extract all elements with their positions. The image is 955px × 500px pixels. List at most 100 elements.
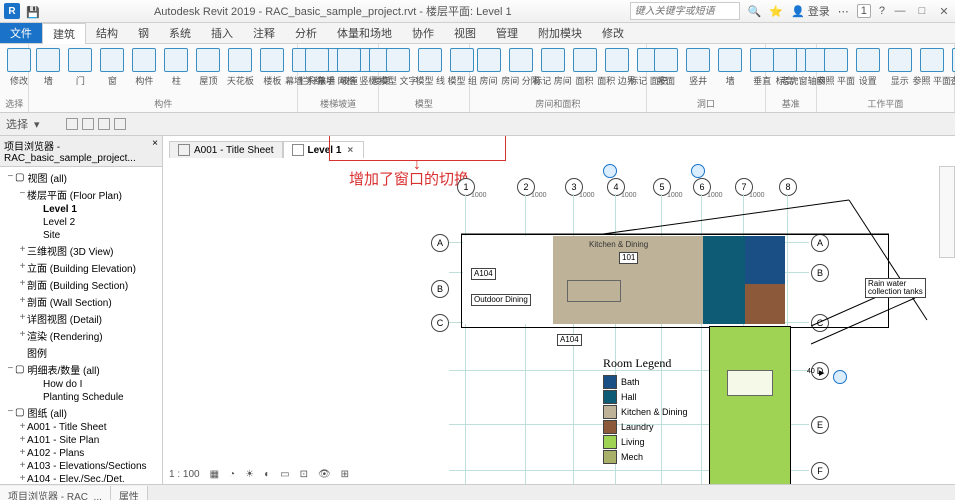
- tree-twisty-icon[interactable]: −: [18, 189, 27, 200]
- ribbon-tab-3[interactable]: 钢: [128, 23, 159, 43]
- ribbon-button[interactable]: 显示: [885, 46, 915, 96]
- ribbon-button[interactable]: 栏杆扶手: [302, 46, 332, 96]
- ribbon-tab-7[interactable]: 分析: [285, 23, 327, 43]
- ribbon-button[interactable]: 参照 平面: [821, 46, 851, 96]
- tree-item[interactable]: −▢明细表/数量 (all): [0, 361, 162, 378]
- filter-icon[interactable]: [66, 118, 78, 130]
- ribbon-button[interactable]: 屋顶: [193, 46, 223, 96]
- grid-bubble[interactable]: B: [431, 280, 449, 298]
- ribbon-button[interactable]: 面积 边界: [602, 46, 632, 96]
- hide-isolate-icon[interactable]: 👁: [316, 469, 333, 480]
- section-mark-2a[interactable]: [603, 164, 617, 178]
- ribbon-button[interactable]: 面积: [570, 46, 600, 96]
- ribbon-tab-5[interactable]: 插入: [201, 23, 243, 43]
- grid-bubble[interactable]: C: [431, 314, 449, 332]
- tree-twisty-icon[interactable]: +: [18, 330, 27, 341]
- tree-twisty-icon[interactable]: +: [18, 474, 27, 484]
- ribbon-button[interactable]: 标高: [770, 46, 800, 96]
- crop-icon[interactable]: ▭: [278, 469, 291, 480]
- help-icon[interactable]: ?: [879, 5, 885, 17]
- ribbon-tab-9[interactable]: 协作: [402, 23, 444, 43]
- ribbon-button[interactable]: 房间 分隔: [506, 46, 536, 96]
- tree-twisty-icon[interactable]: −: [6, 172, 15, 183]
- grid-bubble[interactable]: E: [811, 416, 829, 434]
- crop-region-icon[interactable]: ⊡: [298, 469, 310, 480]
- ribbon-tab-6[interactable]: 注释: [243, 23, 285, 43]
- sun-path-icon[interactable]: ☀: [243, 469, 256, 480]
- navigation-bar[interactable]: [939, 166, 955, 258]
- tree-twisty-icon[interactable]: +: [18, 422, 27, 433]
- status-tab-browser[interactable]: 项目浏览器 - RAC_...: [0, 486, 111, 500]
- ribbon-tab-11[interactable]: 管理: [486, 23, 528, 43]
- tree-item[interactable]: +剖面 (Building Section): [0, 276, 162, 293]
- maximize-button[interactable]: □: [915, 4, 929, 18]
- tree-twisty-icon[interactable]: +: [18, 461, 27, 472]
- ribbon-tab-12[interactable]: 附加模块: [528, 23, 592, 43]
- minimize-button[interactable]: —: [893, 4, 907, 18]
- ribbon-button[interactable]: 模型 文字: [383, 46, 413, 96]
- favorites-icon[interactable]: ⭐: [769, 5, 783, 18]
- ribbon-button[interactable]: 天花板: [225, 46, 255, 96]
- ribbon-tab-13[interactable]: 修改: [592, 23, 634, 43]
- tree-twisty-icon[interactable]: +: [18, 435, 27, 446]
- tree-item[interactable]: +详图视图 (Detail): [0, 310, 162, 327]
- elevation-mark[interactable]: [833, 370, 847, 384]
- scale-selector[interactable]: 1 : 100: [167, 469, 202, 480]
- notification-badge[interactable]: 1: [857, 4, 871, 18]
- tree-item[interactable]: +A001 - Title Sheet: [0, 421, 162, 434]
- tree-item[interactable]: −楼层平面 (Floor Plan): [0, 186, 162, 203]
- tree-item[interactable]: 图例: [0, 344, 162, 361]
- tree-item[interactable]: +立面 (Building Elevation): [0, 259, 162, 276]
- status-tab-properties[interactable]: 属性: [111, 486, 148, 500]
- tree-item[interactable]: +A104 - Elev./Sec./Det.: [0, 473, 162, 484]
- tree-twisty-icon[interactable]: +: [18, 313, 27, 324]
- panel-close-icon[interactable]: ×: [152, 138, 158, 164]
- ribbon-button[interactable]: 竖井: [683, 46, 713, 96]
- shadows-icon[interactable]: ◐: [262, 469, 272, 480]
- tree-twisty-icon[interactable]: −: [6, 364, 15, 375]
- tab-close-icon[interactable]: ×: [345, 145, 355, 156]
- ribbon-button[interactable]: 门: [65, 46, 95, 96]
- tree-twisty-icon[interactable]: +: [18, 245, 27, 256]
- search-input[interactable]: [630, 2, 740, 20]
- ribbon-button[interactable]: 房间: [474, 46, 504, 96]
- tree-item[interactable]: Level 2: [0, 216, 162, 229]
- ribbon-button[interactable]: 模型 线: [415, 46, 445, 96]
- document-tab[interactable]: Level 1×: [283, 141, 365, 158]
- tree-item[interactable]: +渲染 (Rendering): [0, 327, 162, 344]
- drawing-canvas[interactable]: A001 - Title SheetLevel 1× ↓ 增加了窗口的切换 12…: [163, 136, 955, 484]
- tree-item[interactable]: +A103 - Elevations/Sections: [0, 460, 162, 473]
- ribbon-tab-4[interactable]: 系统: [159, 23, 201, 43]
- grid-bubble[interactable]: A: [431, 234, 449, 252]
- tree-item[interactable]: +三维视图 (3D View): [0, 242, 162, 259]
- ribbon-button[interactable]: 窗: [97, 46, 127, 96]
- ribbon-button[interactable]: 查看器: [949, 46, 955, 96]
- selection-dropdown-icon[interactable]: ▾: [34, 118, 40, 131]
- tree-twisty-icon[interactable]: +: [18, 279, 27, 290]
- tree-item[interactable]: Level 1: [0, 203, 162, 216]
- filter4-icon[interactable]: [114, 118, 126, 130]
- ribbon-button[interactable]: 墙: [715, 46, 745, 96]
- tree-item[interactable]: −▢视图 (all): [0, 169, 162, 186]
- tree-twisty-icon[interactable]: +: [18, 262, 27, 273]
- tree-item[interactable]: −▢图纸 (all): [0, 404, 162, 421]
- ribbon-button[interactable]: 楼板: [257, 46, 287, 96]
- tree-twisty-icon[interactable]: +: [18, 296, 27, 307]
- project-tree[interactable]: −▢视图 (all)−楼层平面 (Floor Plan)Level 1Level…: [0, 167, 162, 484]
- ribbon-tab-0[interactable]: 文件: [0, 23, 42, 43]
- exchange-icon[interactable]: ⋯: [838, 5, 849, 18]
- grid-bubble[interactable]: 8: [779, 178, 797, 196]
- ribbon-tab-2[interactable]: 结构: [86, 23, 128, 43]
- tree-twisty-icon[interactable]: +: [18, 448, 27, 459]
- ribbon-button[interactable]: 按面: [651, 46, 681, 96]
- tree-item[interactable]: Site: [0, 229, 162, 242]
- login-link[interactable]: 👤 登录: [791, 3, 830, 19]
- tree-twisty-icon[interactable]: −: [6, 407, 15, 418]
- close-button[interactable]: ✕: [937, 4, 951, 18]
- tree-item[interactable]: +剖面 (Wall Section): [0, 293, 162, 310]
- reveal-icon[interactable]: ⊞: [339, 469, 351, 480]
- floor-plan-drawing[interactable]: 121000310004100051000610007100081000ABCA…: [371, 170, 937, 478]
- ribbon-tab-10[interactable]: 视图: [444, 23, 486, 43]
- ribbon-button[interactable]: 设置: [853, 46, 883, 96]
- ribbon-button[interactable]: 参照 平面: [917, 46, 947, 96]
